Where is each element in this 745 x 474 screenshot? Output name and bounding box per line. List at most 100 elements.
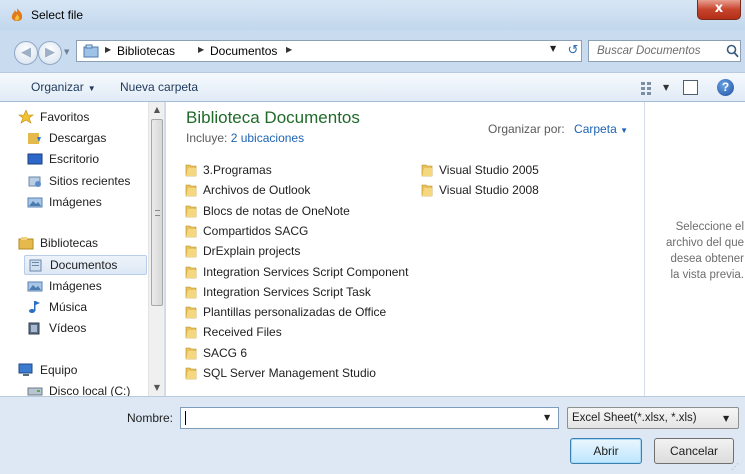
breadcrumb-segment-bibliotecas[interactable]: Bibliotecas xyxy=(117,44,175,58)
organize-button[interactable]: Organizar ▼ xyxy=(31,80,96,94)
nav-item-label: Favoritos xyxy=(40,110,90,124)
arrange-by-dropdown[interactable]: Carpeta ▼ xyxy=(574,122,628,136)
nav-item-imagenes[interactable]: Imágenes xyxy=(27,277,143,297)
file-type-select[interactable]: Excel Sheet(*.xlsx, *.xls) ▼ xyxy=(567,407,739,429)
arrange-label: Organizar por: xyxy=(488,122,565,136)
cancel-button[interactable]: Cancelar xyxy=(654,438,734,464)
folder-icon xyxy=(185,205,197,217)
nav-item-musica[interactable]: Música xyxy=(27,298,143,318)
close-button[interactable]: x xyxy=(697,0,741,20)
folder-name: SACG 6 xyxy=(203,345,248,360)
folder-icon xyxy=(185,286,197,299)
pictures-icon xyxy=(27,281,43,292)
forward-button[interactable]: ▶ xyxy=(38,41,62,65)
scroll-thumb[interactable] xyxy=(151,119,163,306)
folder-icon xyxy=(185,184,197,197)
folder-icon xyxy=(185,327,197,339)
refresh-button[interactable]: ↺ xyxy=(562,40,584,62)
library-title: Biblioteca Documentos xyxy=(186,108,360,127)
scroll-up-icon[interactable]: ▲ xyxy=(149,102,164,118)
nav-item-label: Bibliotecas xyxy=(40,236,99,250)
desktop-icon xyxy=(27,153,43,165)
breadcrumb-separator-icon[interactable]: ▶ xyxy=(286,45,292,54)
scroll-grip-icon xyxy=(155,210,160,216)
nav-item-label: Equipo xyxy=(40,363,78,377)
folder-name: Plantillas personalizadas de Office xyxy=(203,305,387,320)
documents-icon xyxy=(29,259,42,272)
nav-item-label: Escritorio xyxy=(49,152,100,166)
search-input[interactable]: Buscar Documentos xyxy=(597,45,701,57)
nav-item-favoritos[interactable]: Favoritos xyxy=(18,108,143,128)
recent-locations-dropdown[interactable]: ▼ xyxy=(64,48,69,56)
music-icon xyxy=(29,301,40,313)
navigation-pane: Favoritos Descargas Escritorio Sitios re… xyxy=(0,102,165,396)
folder-name: Compartidos SACG xyxy=(203,223,309,238)
breadcrumb-separator-icon[interactable]: ▶ xyxy=(105,45,111,54)
nav-item-label: Imágenes xyxy=(49,195,102,209)
nav-scrollbar[interactable]: ▲ ▼ xyxy=(148,102,164,396)
nav-item-equipo[interactable]: Equipo xyxy=(18,361,143,381)
nav-item-sitios-recientes[interactable]: Sitios recientes xyxy=(27,172,143,192)
nav-item-documentos[interactable]: Documentos xyxy=(24,255,147,275)
preview-pane-toggle-icon[interactable] xyxy=(683,80,698,95)
file-name-input[interactable] xyxy=(183,409,538,427)
folder-icon xyxy=(185,245,197,258)
nav-item-disco-local[interactable]: Disco local (C:) xyxy=(27,382,143,396)
window-title: Select file xyxy=(31,8,84,22)
arrange-by: Organizar por: Carpeta ▼ xyxy=(488,122,628,136)
folder-name: 3.Programas xyxy=(203,163,272,177)
nav-item-label: Documentos xyxy=(50,258,118,272)
bottom-panel: Nombre: ▼ Excel Sheet(*.xlsx, *.xls) ▼ A… xyxy=(0,396,745,474)
folder-name: Visual Studio 2005 xyxy=(439,163,539,177)
help-icon[interactable]: ? xyxy=(717,79,734,96)
app-flame-icon xyxy=(11,8,23,21)
nav-item-descargas[interactable]: Descargas xyxy=(27,129,143,149)
back-arrow-icon: ◀ xyxy=(21,45,31,60)
pictures-icon xyxy=(27,197,43,208)
preview-message: Seleccione el archivo del que desea obte… xyxy=(645,219,745,283)
chevron-down-icon: ▼ xyxy=(87,84,96,93)
refresh-icon: ↺ xyxy=(567,43,579,58)
organize-label: Organizar xyxy=(31,80,84,94)
scroll-down-icon[interactable]: ▼ xyxy=(149,380,164,396)
includes-label: Incluye: xyxy=(186,131,228,145)
search-box[interactable]: Buscar Documentos xyxy=(588,40,741,62)
folder-name: Blocs de notas de OneNote xyxy=(203,203,350,218)
address-history-dropdown[interactable]: ▼ xyxy=(550,44,556,53)
folder-icon xyxy=(421,164,433,177)
breadcrumb-segment-documentos[interactable]: Documentos xyxy=(210,44,277,58)
title-bar[interactable]: Select file x xyxy=(0,0,745,30)
folder-icon xyxy=(185,367,197,380)
nav-item-bibliotecas[interactable]: Bibliotecas xyxy=(18,234,143,254)
new-folder-button[interactable]: Nueva carpeta xyxy=(120,80,198,94)
nav-item-label: Disco local (C:) xyxy=(49,384,131,396)
back-button[interactable]: ◀ xyxy=(14,41,38,65)
open-button[interactable]: Abrir xyxy=(570,438,642,464)
libraries-icon xyxy=(83,44,99,58)
nav-item-imagenes-favoritos[interactable]: Imágenes xyxy=(27,193,143,213)
nav-item-videos[interactable]: Vídeos xyxy=(27,319,143,339)
preview-line: la vista previa. xyxy=(670,269,744,281)
nav-item-label: Imágenes xyxy=(49,279,102,293)
resize-grip-icon[interactable]: ⋰ xyxy=(731,462,743,472)
toolbar: Organizar ▼ Nueva carpeta ▼ ? xyxy=(0,72,745,102)
folder-name: DrExplain projects xyxy=(203,244,301,259)
file-name-dropdown-icon[interactable]: ▼ xyxy=(544,413,550,422)
file-list-pane: Biblioteca Documentos Incluye: 2 ubicaci… xyxy=(166,102,644,396)
text-caret xyxy=(185,411,186,425)
breadcrumb-separator-icon[interactable]: ▶ xyxy=(198,45,204,54)
file-name-combobox[interactable]: ▼ xyxy=(180,407,559,429)
nav-item-escritorio[interactable]: Escritorio xyxy=(27,150,143,170)
preview-line: archivo del que xyxy=(666,237,744,249)
local-disk-icon xyxy=(27,387,43,396)
view-options-dropdown[interactable]: ▼ xyxy=(663,83,669,92)
folder-name: Archivos de Outlook xyxy=(203,183,311,198)
preview-line: Seleccione el xyxy=(675,221,744,233)
nav-item-label: Música xyxy=(49,300,88,314)
includes-locations-link[interactable]: 2 ubicaciones xyxy=(231,131,304,145)
search-icon[interactable] xyxy=(726,44,739,58)
breadcrumb[interactable]: ▶ Bibliotecas ▶ Documentos ▶ xyxy=(76,40,582,62)
chevron-down-icon: ▼ xyxy=(723,414,730,423)
change-view-icon[interactable] xyxy=(640,81,658,95)
folder-name: Visual Studio 2008 xyxy=(439,183,539,198)
